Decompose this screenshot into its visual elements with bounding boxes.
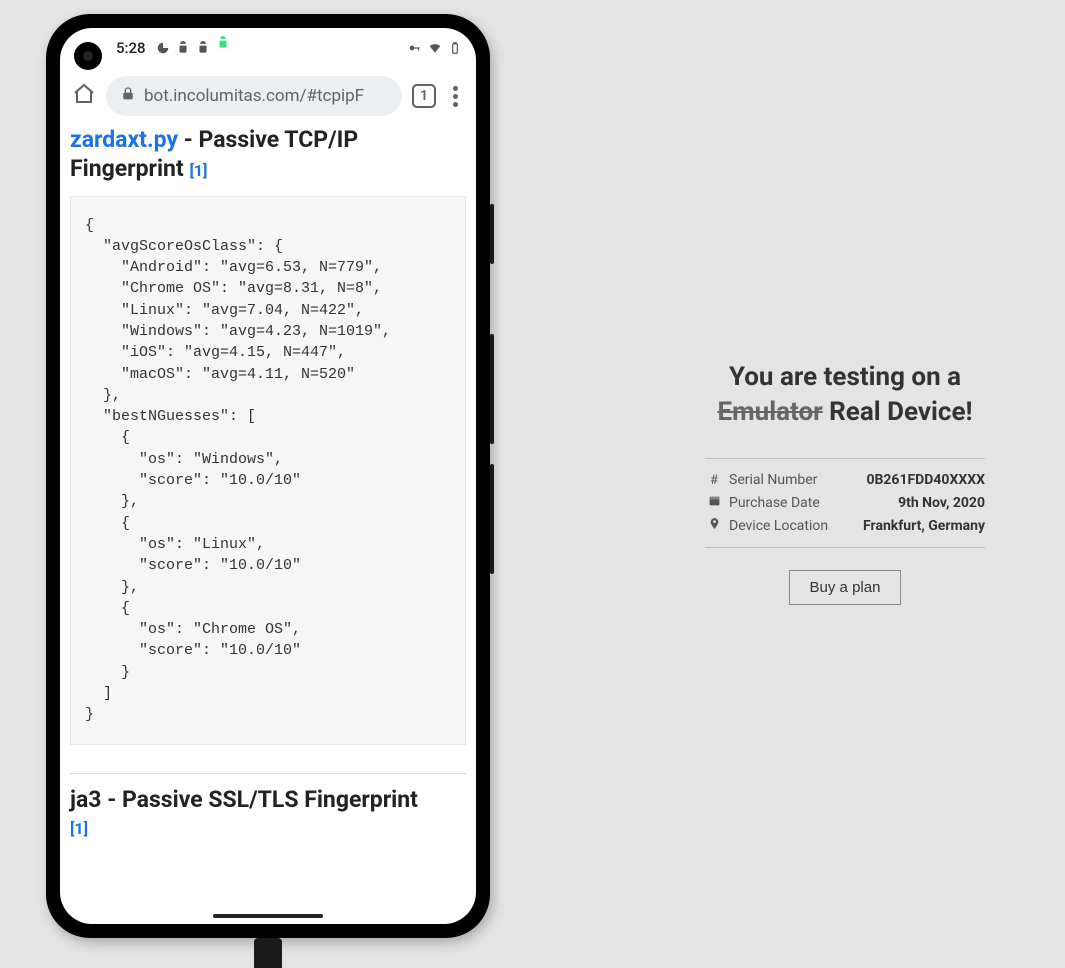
status-right-icons: [408, 41, 462, 55]
heading2-reference[interactable]: [1]: [70, 819, 88, 838]
android-icon-1: [176, 41, 190, 55]
phone-screen: 5:28: [60, 28, 476, 924]
hash-icon: #: [705, 473, 723, 488]
wifi-icon: [428, 41, 442, 55]
status-bar: 5:28: [60, 28, 476, 68]
url-bar[interactable]: bot.incolumitas.com/#tcpipF: [106, 76, 402, 116]
status-left-icons: [156, 39, 230, 57]
panel-heading: You are testing on a Emulator Real Devic…: [705, 360, 985, 430]
page-content[interactable]: zardaxt.py - Passive TCP/IP Fingerprint …: [60, 124, 476, 924]
buy-plan-button[interactable]: Buy a plan: [789, 570, 902, 605]
home-icon[interactable]: [72, 82, 96, 110]
nav-handle[interactable]: [213, 914, 323, 918]
panel-heading-after: Real Device!: [823, 397, 973, 427]
phone-frame: 5:28: [46, 14, 490, 938]
info-value: Frankfurt, Germany: [863, 518, 985, 534]
panel-heading-strike: Emulator: [717, 397, 822, 427]
status-time: 5:28: [116, 39, 146, 57]
status-dot-icon: [156, 41, 170, 55]
lock-icon: [120, 86, 136, 107]
calendar-icon: [705, 494, 723, 511]
url-text: bot.incolumitas.com/#tcpipF: [144, 86, 364, 106]
device-info-panel: You are testing on a Emulator Real Devic…: [705, 360, 985, 605]
tab-count-value: 1: [420, 88, 428, 104]
page-heading-2: ja3 - Passive SSL/TLS Fingerprint [1]: [66, 784, 470, 842]
phone-side-button-1: [490, 204, 494, 264]
info-value: 9th Nov, 2020: [898, 495, 985, 511]
page-heading-1: zardaxt.py - Passive TCP/IP Fingerprint …: [66, 124, 470, 186]
heading-link[interactable]: zardaxt.py: [70, 126, 178, 153]
info-row-purchase: Purchase Date 9th Nov, 2020: [705, 491, 985, 514]
info-row-location: Device Location Frankfurt, Germany: [705, 514, 985, 537]
info-row-serial: # Serial Number 0B261FDD40XXXX: [705, 469, 985, 491]
phone-camera: [74, 42, 102, 70]
battery-icon: [448, 41, 462, 55]
divider: [70, 773, 466, 774]
info-label: Purchase Date: [729, 495, 820, 511]
panel-heading-line1: You are testing on a: [729, 362, 961, 392]
heading-reference[interactable]: [1]: [189, 161, 207, 180]
info-rows: # Serial Number 0B261FDD40XXXX Purchase …: [705, 458, 985, 548]
android-icon-green: [216, 36, 230, 54]
info-label: Device Location: [729, 518, 828, 534]
overflow-menu-icon[interactable]: [446, 86, 464, 107]
phone-side-button-2: [490, 334, 494, 444]
tab-switcher[interactable]: 1: [412, 84, 436, 108]
android-icon-2: [196, 41, 210, 55]
info-label: Serial Number: [729, 472, 817, 488]
heading2-text: ja3 - Passive SSL/TLS Fingerprint: [70, 786, 418, 813]
location-icon: [705, 517, 723, 534]
info-value: 0B261FDD40XXXX: [866, 472, 985, 488]
code-block: { "avgScoreOsClass": { "Android": "avg=6…: [70, 196, 466, 745]
phone-side-button-3: [490, 464, 494, 574]
browser-toolbar: bot.incolumitas.com/#tcpipF 1: [60, 68, 476, 124]
vpn-key-icon: [408, 41, 422, 55]
